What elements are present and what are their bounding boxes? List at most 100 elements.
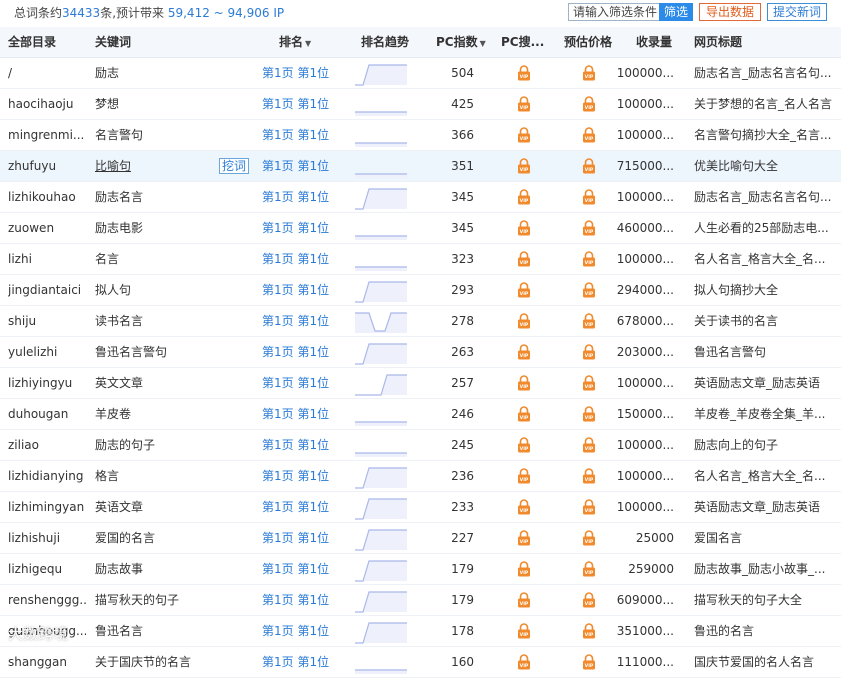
dig-keyword-button[interactable]: 挖词 xyxy=(219,158,249,174)
vip-lock-icon[interactable]: VIP xyxy=(582,65,596,81)
table-row[interactable]: renshenggg... 描写秋天的句子 第1页 第1位 179 VIP VIP 6090… xyxy=(0,585,841,616)
vip-lock-icon[interactable]: VIP xyxy=(517,375,531,391)
rank-link[interactable]: 第1页 第1位 xyxy=(262,523,344,553)
table-row[interactable]: yulelizhi 鲁迅名言警句 第1页 第1位 263 VIP VIP 203000...… xyxy=(0,337,841,368)
vip-lock-icon[interactable]: VIP xyxy=(582,375,596,391)
svg-text:VIP: VIP xyxy=(520,570,529,576)
rank-link[interactable]: 第1页 第1位 xyxy=(262,244,344,274)
rank-link[interactable]: 第1页 第1位 xyxy=(262,89,344,119)
rank-link[interactable]: 第1页 第1位 xyxy=(262,368,344,398)
rank-link[interactable]: 第1页 第1位 xyxy=(262,58,344,88)
table-row[interactable]: mingrenmi... 名言警句 第1页 第1位 366 VIP VIP 100000..… xyxy=(0,120,841,151)
vip-lock-icon[interactable]: VIP xyxy=(582,499,596,515)
vip-lock-icon[interactable]: VIP xyxy=(517,313,531,329)
vip-lock-icon[interactable]: VIP xyxy=(517,654,531,670)
export-data-button[interactable]: 导出数据 xyxy=(699,3,761,21)
rank-link[interactable]: 第1页 第1位 xyxy=(262,151,344,181)
rank-link[interactable]: 第1页 第1位 xyxy=(262,120,344,150)
vip-lock-icon[interactable]: VIP xyxy=(582,313,596,329)
table-row[interactable]: lizhi 名言 第1页 第1位 323 VIP VIP 100000... 名人名言_格言大… xyxy=(0,244,841,275)
vip-lock-icon[interactable]: VIP xyxy=(517,127,531,143)
vip-lock-icon[interactable]: VIP xyxy=(582,437,596,453)
vip-lock-icon[interactable]: VIP xyxy=(517,592,531,608)
vip-lock-icon[interactable]: VIP xyxy=(582,592,596,608)
volume-cell: 678000... xyxy=(616,314,674,328)
table-row[interactable]: lizhikouhao 励志名言 第1页 第1位 345 VIP VIP 100000...… xyxy=(0,182,841,213)
vip-lock-icon[interactable]: VIP xyxy=(517,530,531,546)
rank-link[interactable]: 第1页 第1位 xyxy=(262,399,344,429)
vip-lock-icon[interactable]: VIP xyxy=(582,468,596,484)
header-directory[interactable]: 全部目录 xyxy=(8,27,86,57)
table-row[interactable]: / 励志 第1页 第1位 504 VIP VIP 100000... 励志名言_励志名言名句.… xyxy=(0,58,841,89)
vip-lock-icon[interactable]: VIP xyxy=(582,127,596,143)
table-row[interactable]: ziliao 励志的句子 第1页 第1位 245 VIP VIP 100000... 励志向上… xyxy=(0,430,841,461)
rank-link[interactable]: 第1页 第1位 xyxy=(262,616,344,646)
svg-text:VIP: VIP xyxy=(585,446,594,452)
table-row[interactable]: duhougan 羊皮卷 第1页 第1位 246 VIP VIP 150000... 羊皮卷_… xyxy=(0,399,841,430)
vip-lock-icon[interactable]: VIP xyxy=(517,344,531,360)
vip-lock-icon[interactable]: VIP xyxy=(582,530,596,546)
svg-text:VIP: VIP xyxy=(520,136,529,142)
table-row[interactable]: shiju 读书名言 第1页 第1位 278 VIP VIP 678000... 关于读书的名… xyxy=(0,306,841,337)
vip-lock-icon[interactable]: VIP xyxy=(517,561,531,577)
vip-lock-icon[interactable]: VIP xyxy=(517,468,531,484)
vip-lock-icon[interactable]: VIP xyxy=(517,406,531,422)
vip-lock-icon[interactable]: VIP xyxy=(582,406,596,422)
rank-link[interactable]: 第1页 第1位 xyxy=(262,182,344,212)
table-row[interactable]: lizhidianying 格言 第1页 第1位 236 VIP VIP 100000...… xyxy=(0,461,841,492)
vip-lock-icon[interactable]: VIP xyxy=(582,220,596,236)
filter-button[interactable]: 筛选 xyxy=(659,3,693,21)
keyword-cell: 英文文章 xyxy=(95,368,255,398)
rank-link[interactable]: 第1页 第1位 xyxy=(262,275,344,305)
vip-lock-icon[interactable]: VIP xyxy=(582,654,596,670)
keyword-link[interactable]: 比喻句 xyxy=(95,159,131,173)
header-keyword[interactable]: 关键词 xyxy=(95,27,255,57)
table-row[interactable]: zhufuyu 比喻句 挖词 第1页 第1位 351 VIP VIP 715000... 优美比… xyxy=(0,151,841,182)
rank-link[interactable]: 第1页 第1位 xyxy=(262,306,344,336)
table-row[interactable]: lizhishuji 爱国的名言 第1页 第1位 227 VIP VIP 25000 爱国名言 xyxy=(0,523,841,554)
volume-cell: 100000... xyxy=(616,376,674,390)
vip-lock-icon[interactable]: VIP xyxy=(517,251,531,267)
vip-lock-icon[interactable]: VIP xyxy=(517,220,531,236)
table-row[interactable]: guanhougg... 鲁迅名言 第1页 第1位 178 VIP VIP 351000..… xyxy=(0,616,841,647)
rank-link[interactable]: 第1页 第1位 xyxy=(262,337,344,367)
table-row[interactable]: zuowen 励志电影 第1页 第1位 345 VIP VIP 460000... 人生必看的… xyxy=(0,213,841,244)
header-pc-index[interactable]: PC指数 ▼ xyxy=(436,27,488,57)
submit-new-keyword-button[interactable]: 提交新词 xyxy=(767,3,827,21)
vip-lock-icon[interactable]: VIP xyxy=(582,96,596,112)
page-title-cell: 名人名言_格言大全_名... xyxy=(694,252,826,266)
rank-link[interactable]: 第1页 第1位 xyxy=(262,461,344,491)
table-row[interactable]: haocihaoju 梦想 第1页 第1位 425 VIP VIP 100000... 关于梦… xyxy=(0,89,841,120)
vip-lock-icon[interactable]: VIP xyxy=(517,65,531,81)
directory-cell: lizhiyingyu xyxy=(8,376,73,390)
trend-chart xyxy=(355,374,407,396)
rank-link[interactable]: 第1页 第1位 xyxy=(262,213,344,243)
rank-link[interactable]: 第1页 第1位 xyxy=(262,430,344,460)
vip-lock-icon[interactable]: VIP xyxy=(517,96,531,112)
rank-link[interactable]: 第1页 第1位 xyxy=(262,585,344,615)
table-row[interactable]: shanggan 关于国庆节的名言 第1页 第1位 160 VIP VIP 111000..… xyxy=(0,647,841,678)
header-pc-search[interactable]: PC搜... xyxy=(501,27,553,57)
table-row[interactable]: jingdiantaici 拟人句 第1页 第1位 293 VIP VIP 294000..… xyxy=(0,275,841,306)
rank-link[interactable]: 第1页 第1位 xyxy=(262,554,344,584)
vip-lock-icon[interactable]: VIP xyxy=(582,189,596,205)
vip-lock-icon[interactable]: VIP xyxy=(582,251,596,267)
vip-lock-icon[interactable]: VIP xyxy=(582,282,596,298)
vip-lock-icon[interactable]: VIP xyxy=(517,158,531,174)
vip-lock-icon[interactable]: VIP xyxy=(582,561,596,577)
rank-link[interactable]: 第1页 第1位 xyxy=(262,647,344,677)
table-row[interactable]: lizhigequ 励志故事 第1页 第1位 179 VIP VIP 259000 励志故事_… xyxy=(0,554,841,585)
vip-lock-icon[interactable]: VIP xyxy=(517,623,531,639)
vip-lock-icon[interactable]: VIP xyxy=(582,344,596,360)
vip-lock-icon[interactable]: VIP xyxy=(582,623,596,639)
vip-lock-icon[interactable]: VIP xyxy=(517,437,531,453)
table-row[interactable]: lizhiyingyu 英文文章 第1页 第1位 257 VIP VIP 100000...… xyxy=(0,368,841,399)
vip-lock-icon[interactable]: VIP xyxy=(582,158,596,174)
table-row[interactable]: lizhimingyan 英语文章 第1页 第1位 233 VIP VIP 100000..… xyxy=(0,492,841,523)
header-rank[interactable]: 排名 ▼ xyxy=(279,27,361,57)
vip-lock-icon[interactable]: VIP xyxy=(517,189,531,205)
rank-link[interactable]: 第1页 第1位 xyxy=(262,492,344,522)
filter-input[interactable] xyxy=(568,3,660,21)
vip-lock-icon[interactable]: VIP xyxy=(517,499,531,515)
vip-lock-icon[interactable]: VIP xyxy=(517,282,531,298)
